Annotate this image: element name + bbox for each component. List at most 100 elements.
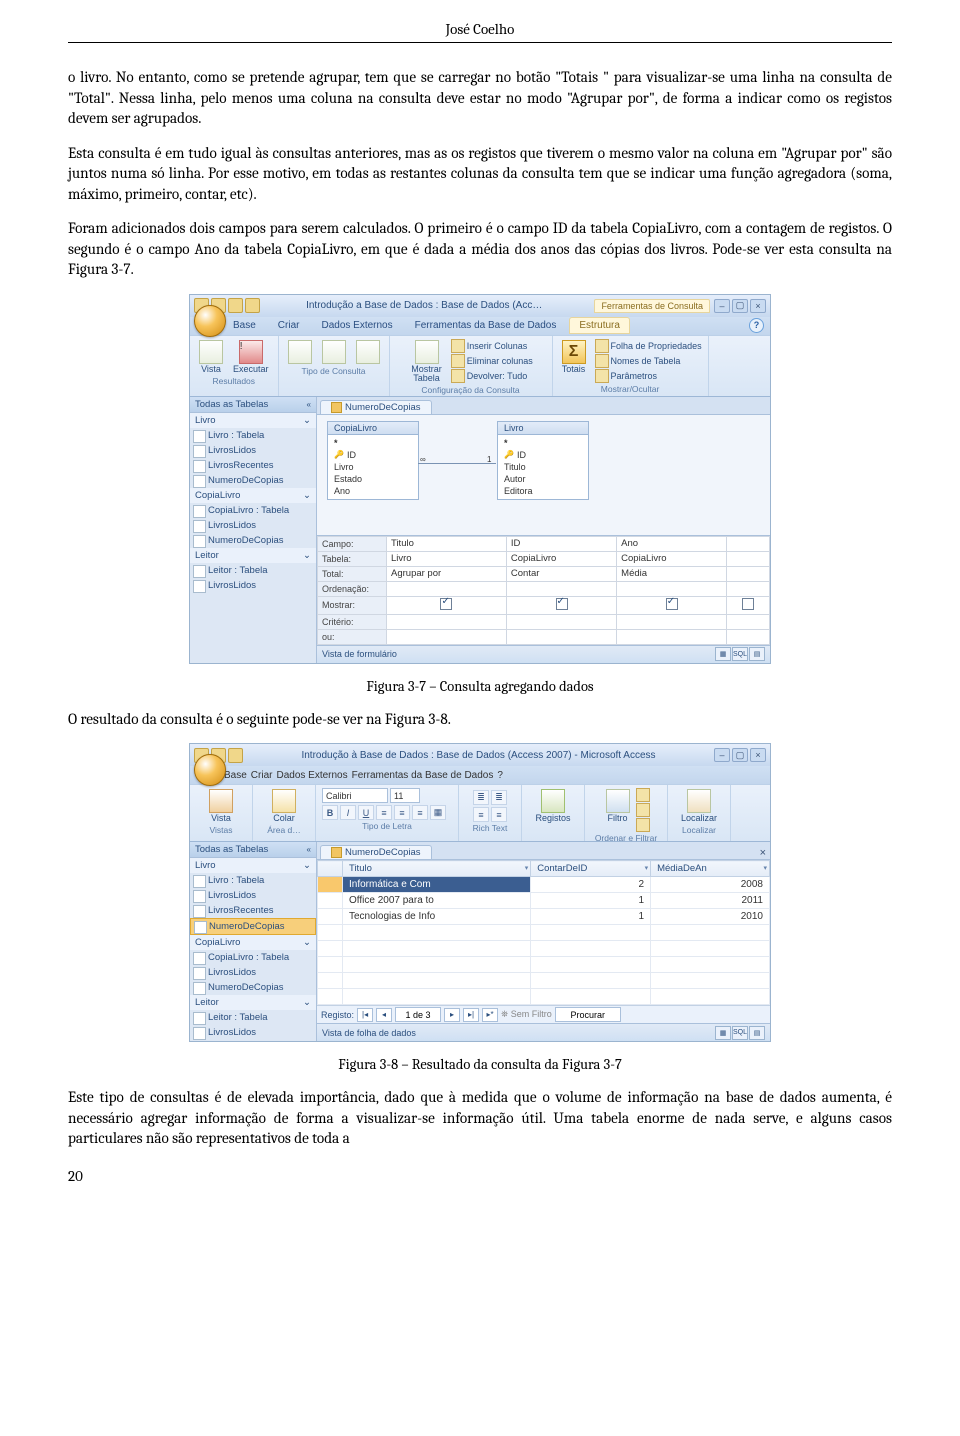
column-header[interactable]: Titulo▾: [343, 861, 531, 877]
checkbox-icon[interactable]: [666, 598, 678, 610]
clear-sort-button[interactable]: [636, 818, 650, 832]
help-button[interactable]: ?: [497, 770, 503, 781]
row-selector[interactable]: [318, 877, 343, 893]
query-grid[interactable]: Campo: Titulo ID Ano Tabela: Livro Copia…: [317, 536, 770, 645]
ribbon-tab-base[interactable]: Base: [224, 770, 247, 781]
field-item[interactable]: ID: [332, 449, 414, 461]
checkbox-icon[interactable]: [440, 598, 452, 610]
dropdown-icon[interactable]: ▾: [763, 864, 767, 872]
view-design-button[interactable]: ▤: [749, 647, 765, 661]
vista-button[interactable]: Vista: [206, 788, 236, 824]
close-button[interactable]: ×: [750, 299, 766, 313]
nav-item[interactable]: LivrosLidos: [190, 965, 316, 980]
cell[interactable]: Office 2007 para to: [343, 893, 531, 909]
nav-group-leitor[interactable]: Leitor⌄: [190, 548, 316, 563]
view-datasheet-button[interactable]: ▦: [715, 1026, 731, 1040]
qat-button[interactable]: [245, 298, 260, 313]
field-item[interactable]: Estado: [332, 473, 414, 485]
first-record-button[interactable]: |◂: [357, 1008, 373, 1022]
nav-item[interactable]: LivrosLidos: [190, 518, 316, 533]
relationship-line[interactable]: [418, 463, 496, 464]
grid-cell[interactable]: [387, 614, 507, 629]
nav-group-copialivro[interactable]: CopiaLivro⌄: [190, 935, 316, 950]
cell[interactable]: 2011: [651, 893, 770, 909]
minimize-button[interactable]: –: [714, 299, 730, 313]
nav-item[interactable]: Livro : Tabela: [190, 428, 316, 443]
richtext-button[interactable]: ≣: [473, 790, 489, 805]
totais-button[interactable]: ΣTotais: [559, 339, 589, 383]
office-orb-button[interactable]: [194, 305, 226, 337]
executar-button[interactable]: !Executar: [230, 339, 272, 375]
grid-cell[interactable]: [506, 614, 616, 629]
table-row[interactable]: [318, 989, 770, 1005]
align-center-button[interactable]: ≡: [394, 805, 410, 820]
field-item[interactable]: Autor: [502, 473, 584, 485]
nav-item[interactable]: LivrosLidos: [190, 888, 316, 903]
grid-cell[interactable]: Ano: [617, 536, 727, 551]
navigation-pane[interactable]: Todas as Tabelas« Livro⌄ Livro : Tabela …: [190, 842, 317, 1041]
nav-item[interactable]: LivrosRecentes: [190, 903, 316, 918]
table-box-copialivro[interactable]: CopiaLivro ID Livro Estado Ano: [327, 421, 419, 500]
font-family-select[interactable]: Calibri: [322, 788, 388, 803]
table-row[interactable]: [318, 973, 770, 989]
align-left-button[interactable]: ≡: [376, 805, 392, 820]
grid-cell[interactable]: [506, 581, 616, 596]
field-item[interactable]: ID: [502, 449, 584, 461]
table-row[interactable]: [318, 925, 770, 941]
nav-item[interactable]: LivrosLidos: [190, 443, 316, 458]
inserir-colunas-button[interactable]: Inserir Colunas: [451, 339, 533, 353]
checkbox-icon[interactable]: [556, 598, 568, 610]
nav-header[interactable]: Todas as Tabelas«: [190, 842, 316, 858]
ribbon-tab-base[interactable]: Base: [224, 318, 265, 333]
nav-group-livro[interactable]: Livro⌄: [190, 858, 316, 873]
nav-item[interactable]: LivrosRecentes: [190, 458, 316, 473]
cell[interactable]: Informática e Com: [343, 877, 531, 893]
nomes-tabela-button[interactable]: Nomes de Tabela: [595, 354, 702, 368]
object-tab[interactable]: NumeroDeCopias: [320, 400, 432, 414]
nav-group-livro[interactable]: Livro⌄: [190, 413, 316, 428]
localizar-button[interactable]: Localizar: [678, 788, 720, 824]
align-right-button[interactable]: ≡: [412, 805, 428, 820]
grid-cell[interactable]: Livro: [387, 551, 507, 566]
maximize-button[interactable]: ▢: [732, 748, 748, 762]
grid-cell[interactable]: Titulo: [387, 536, 507, 551]
grid-cell[interactable]: CopiaLivro: [617, 551, 727, 566]
field-item[interactable]: [332, 437, 414, 449]
grid-cell[interactable]: ID: [506, 536, 616, 551]
ribbon-tab-criar[interactable]: Criar: [269, 318, 309, 333]
view-datasheet-button[interactable]: ▦: [715, 647, 731, 661]
mostrar-tabela-button[interactable]: Mostrar Tabela: [408, 339, 445, 384]
grid-cell-show[interactable]: [387, 596, 507, 614]
ribbon-tab-ferramentas[interactable]: Ferramentas da Base de Dados: [352, 770, 494, 781]
dropdown-icon[interactable]: ▾: [645, 864, 649, 872]
nav-item[interactable]: NumeroDeCopias: [190, 473, 316, 488]
grid-cell[interactable]: Contar: [506, 566, 616, 581]
font-size-select[interactable]: 11: [390, 788, 420, 803]
devolver-button[interactable]: Devolver: Tudo: [451, 369, 533, 383]
grid-cell[interactable]: [617, 581, 727, 596]
record-navigator[interactable]: Registo: |◂ ◂ ▸ ▸| ▸* ⛯ Sem Filtro: [317, 1005, 770, 1023]
cell[interactable]: 2008: [651, 877, 770, 893]
grid-cell[interactable]: [387, 581, 507, 596]
eliminar-colunas-button[interactable]: Eliminar colunas: [451, 354, 533, 368]
view-sql-button[interactable]: SQL: [732, 1026, 748, 1040]
ribbon-tab-dados-externos[interactable]: Dados Externos: [312, 318, 401, 333]
filtro-button[interactable]: Filtro: [603, 788, 633, 832]
ribbon-tab-ferramentas[interactable]: Ferramentas da Base de Dados: [406, 318, 566, 333]
minimize-button[interactable]: –: [714, 748, 730, 762]
column-header[interactable]: ContarDeID▾: [531, 861, 651, 877]
richtext-button[interactable]: ≡: [491, 807, 507, 822]
view-design-button[interactable]: ▤: [749, 1026, 765, 1040]
navigation-pane[interactable]: Todas as Tabelas« Livro⌄ Livro : Tabela …: [190, 397, 317, 663]
nav-group-copialivro[interactable]: CopiaLivro⌄: [190, 488, 316, 503]
field-item[interactable]: Editora: [502, 485, 584, 497]
nav-item[interactable]: CopiaLivro : Tabela: [190, 950, 316, 965]
maximize-button[interactable]: ▢: [732, 299, 748, 313]
search-records-input[interactable]: [555, 1007, 621, 1022]
query-type-button[interactable]: [353, 339, 383, 365]
ribbon-tab-estrutura[interactable]: Estrutura: [569, 317, 630, 334]
help-button[interactable]: ?: [749, 318, 764, 333]
grid-cell[interactable]: [617, 614, 727, 629]
row-selector[interactable]: [318, 893, 343, 909]
fill-color-button[interactable]: ▦: [430, 805, 446, 820]
